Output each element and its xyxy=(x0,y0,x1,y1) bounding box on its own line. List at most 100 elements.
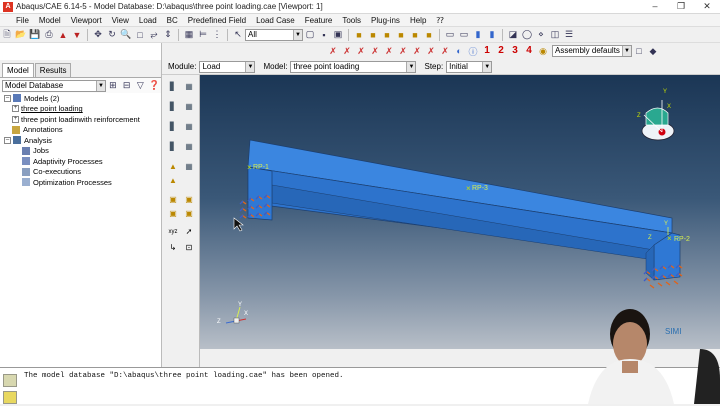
amplitude-icon[interactable]: ▲ xyxy=(167,175,179,187)
tree-item-adaptivity[interactable]: Adaptivity Processes xyxy=(4,156,161,167)
filter-tree-icon[interactable]: ▽ xyxy=(134,80,146,92)
pan-icon[interactable]: ✥ xyxy=(92,29,104,41)
load-case-manager-icon[interactable]: ▦ xyxy=(183,141,195,153)
visibility-icon[interactable]: ◯ xyxy=(521,29,533,41)
menu-plugins[interactable]: Plug-ins xyxy=(366,16,405,25)
partition-cell-icon[interactable]: ▣ xyxy=(183,194,195,206)
menu-bc[interactable]: BC xyxy=(162,16,183,25)
step-2-button[interactable]: 2 xyxy=(494,44,508,58)
menu-model[interactable]: Model xyxy=(34,16,66,25)
tree-item-models[interactable]: – Models (2) xyxy=(4,93,161,104)
select-entities-icon[interactable]: ▢ xyxy=(304,29,316,41)
assembly-defaults-dropdown[interactable]: Assembly defaults▼ xyxy=(552,45,632,57)
replace-all-icon[interactable]: ✗ xyxy=(369,45,381,57)
display-group-icon[interactable]: ☰ xyxy=(563,29,575,41)
message-area-tab-icon[interactable] xyxy=(3,374,17,387)
expand-icon[interactable]: + xyxy=(12,116,19,123)
create-bc-icon[interactable]: ▋ xyxy=(167,101,179,113)
query-icon[interactable]: ⋮ xyxy=(211,29,223,41)
rp3-marker[interactable]: × xyxy=(466,184,471,193)
select-inside-icon[interactable]: ▣ xyxy=(332,29,344,41)
rp1-marker[interactable]: × xyxy=(247,163,252,172)
model-database-dropdown[interactable]: Model Database▼ xyxy=(2,80,106,92)
replace-selected-icon[interactable]: ✗ xyxy=(411,45,423,57)
import-icon[interactable]: ▲ xyxy=(57,29,69,41)
datum-point-icon[interactable]: ⊡ xyxy=(183,242,195,254)
rp2-marker[interactable]: × xyxy=(667,234,672,243)
info-icon[interactable]: ⓘ xyxy=(467,45,479,57)
perspective-icon[interactable]: ◪ xyxy=(507,29,519,41)
datum-tool-icon[interactable]: ▣ xyxy=(183,208,195,220)
model-dropdown[interactable]: three point loading▼ xyxy=(290,61,416,73)
create-load-icon[interactable]: ▋ xyxy=(167,81,179,93)
close-icon[interactable]: ✕ xyxy=(694,0,720,14)
open-file-icon[interactable]: 📂 xyxy=(15,29,27,41)
step-dropdown[interactable]: Initial▼ xyxy=(446,61,492,73)
predefined-field-manager-icon[interactable]: ▦ xyxy=(183,121,195,133)
zoom-icon[interactable]: 🔍 xyxy=(120,29,132,41)
collapse-icon[interactable]: – xyxy=(4,95,11,102)
tree-item-model[interactable]: + three point loading xyxy=(4,104,161,115)
render-hidden-icon[interactable]: ▭ xyxy=(458,29,470,41)
create-load-case-icon[interactable]: ▋ xyxy=(167,141,179,153)
menu-help[interactable]: Help xyxy=(405,16,431,25)
export-icon[interactable]: ▼ xyxy=(71,29,83,41)
menu-tools[interactable]: Tools xyxy=(337,16,366,25)
show-all-icon[interactable]: ✗ xyxy=(439,45,451,57)
collapse-tree-icon[interactable]: ⊟ xyxy=(121,80,133,92)
menu-load[interactable]: Load xyxy=(134,16,162,25)
show-selected-icon[interactable]: ✗ xyxy=(425,45,437,57)
tree-item-annotations[interactable]: Annotations xyxy=(4,125,161,136)
tree-item-analysis[interactable]: – Analysis xyxy=(4,135,161,146)
view-top-icon[interactable]: ■ xyxy=(395,29,407,41)
create-csys-icon[interactable]: xyz xyxy=(167,226,179,238)
tree-item-optimization[interactable]: Optimization Processes xyxy=(4,177,161,188)
auto-fit-icon[interactable]: ⥂ xyxy=(148,29,160,41)
datum-plane-icon[interactable]: ↳ xyxy=(167,242,179,254)
partition-edge-icon[interactable]: ▣ xyxy=(167,208,179,220)
step-4-button[interactable]: 4 xyxy=(522,44,536,58)
tab-results[interactable]: Results xyxy=(35,63,72,77)
select-region-icon[interactable]: ▪ xyxy=(318,29,330,41)
selection-filter-dropdown[interactable]: All▼ xyxy=(245,29,303,41)
box-zoom-icon[interactable]: □ xyxy=(134,29,146,41)
expand-tree-icon[interactable]: ⊞ xyxy=(107,80,119,92)
color-options-icon[interactable]: ◆ xyxy=(647,45,659,57)
table-icon[interactable]: ▦ xyxy=(183,29,195,41)
triad-icon[interactable]: ⋄ xyxy=(535,29,547,41)
menu-view[interactable]: View xyxy=(107,16,134,25)
print-icon[interactable]: ⎙ xyxy=(43,29,55,41)
color-code-edit-icon[interactable]: □ xyxy=(633,45,645,57)
colour-palette-icon[interactable]: ◉ xyxy=(537,45,549,57)
expand-icon[interactable]: + xyxy=(12,105,19,112)
render-wireframe-icon[interactable]: ▭ xyxy=(444,29,456,41)
cycle-views-icon[interactable]: ⇕ xyxy=(162,29,174,41)
remove-icon[interactable]: ✗ xyxy=(355,45,367,57)
create-icon[interactable]: ✗ xyxy=(383,45,395,57)
python-console-tab-icon[interactable] xyxy=(3,391,17,404)
menu-file[interactable]: File xyxy=(0,16,34,25)
shell-icon[interactable]: ◫ xyxy=(549,29,561,41)
view-back-icon[interactable]: ■ xyxy=(381,29,393,41)
tree-item-model[interactable]: + three point loadinwith reinforcement xyxy=(4,114,161,125)
view-bottom-icon[interactable]: ■ xyxy=(409,29,421,41)
help-tree-icon[interactable]: ❓ xyxy=(148,80,160,92)
create-field-icon[interactable]: ▲ xyxy=(167,161,179,173)
step-3-button[interactable]: 3 xyxy=(508,44,522,58)
step-1-button[interactable]: 1 xyxy=(480,44,494,58)
colour-code-icon[interactable]: ◐ xyxy=(453,45,465,57)
module-dropdown[interactable]: Load▼ xyxy=(199,61,255,73)
datum-icon[interactable]: ⊨ xyxy=(197,29,209,41)
bc-manager-icon[interactable]: ▦ xyxy=(183,101,195,113)
view-left-icon[interactable]: ■ xyxy=(423,29,435,41)
load-manager-icon[interactable]: ▦ xyxy=(183,81,195,93)
field-manager-icon[interactable]: ▦ xyxy=(183,161,195,173)
menu-load-case[interactable]: Load Case xyxy=(251,16,300,25)
menu-feature[interactable]: Feature xyxy=(300,16,338,25)
view-front-icon[interactable]: ■ xyxy=(367,29,379,41)
add-icon[interactable]: ✗ xyxy=(341,45,353,57)
menu-viewport[interactable]: Viewport xyxy=(66,16,107,25)
render-shaded-icon[interactable]: ▮ xyxy=(472,29,484,41)
partition-face-icon[interactable]: ▣ xyxy=(167,194,179,206)
create-predefined-field-icon[interactable]: ▋ xyxy=(167,121,179,133)
